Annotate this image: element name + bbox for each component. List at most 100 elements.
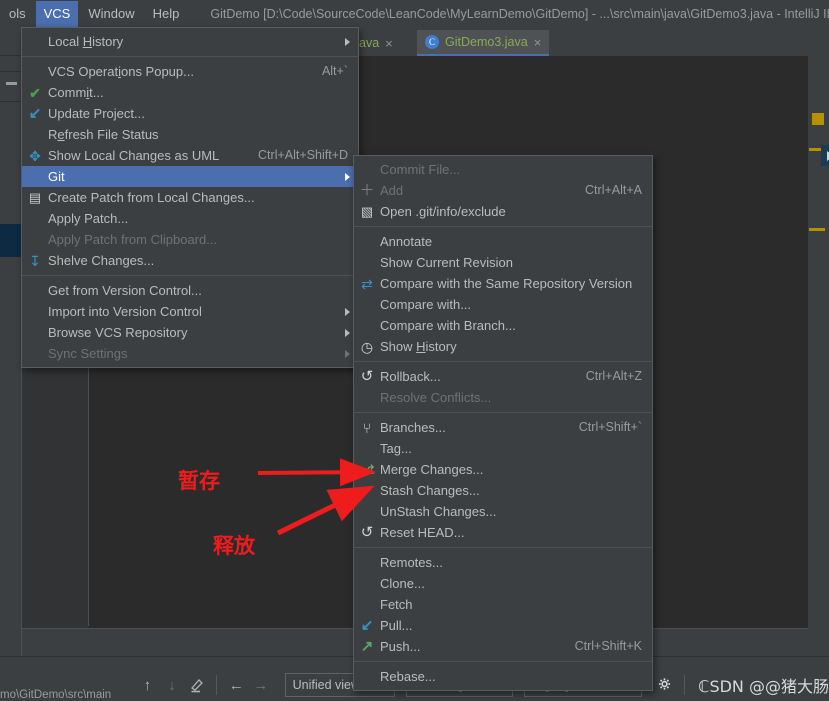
menu-separator bbox=[354, 412, 652, 413]
vcs-menu-item-update-project[interactable]: ↙ Update Project... bbox=[22, 103, 358, 124]
file-path-text: mo\GitDemo\src\main bbox=[0, 689, 112, 701]
branch-icon: ⑂ bbox=[362, 419, 372, 436]
blue-arrow-down-left-icon: ↙ bbox=[28, 105, 42, 122]
menu-item-label: Push... bbox=[380, 639, 421, 654]
error-stripe-mark[interactable] bbox=[809, 228, 825, 231]
left-tool-strip bbox=[0, 27, 21, 656]
menubar-item-window[interactable]: Window bbox=[80, 1, 142, 27]
clock-icon: ◷ bbox=[360, 338, 374, 355]
menu-item-shortcut: Ctrl+Alt+Shift+D bbox=[258, 148, 348, 162]
close-icon[interactable]: × bbox=[534, 35, 542, 50]
git-menu-item-compare-with[interactable]: Compare with... bbox=[354, 294, 652, 315]
menu-item-label: Shelve Changes... bbox=[48, 253, 155, 268]
git-menu-item-reset-head[interactable]: ↺ Reset HEAD... bbox=[354, 522, 652, 543]
menu-item-label: Browse VCS Repository bbox=[48, 325, 188, 340]
vcs-menu-item-local-history[interactable]: Local History bbox=[22, 31, 358, 52]
annotation-stash-label: 暂存 bbox=[178, 469, 220, 493]
shelve-icon: ↧ bbox=[29, 252, 41, 269]
vcs-menu-item-apply-patch[interactable]: Apply Patch... bbox=[22, 208, 358, 229]
chevron-right-icon bbox=[345, 37, 350, 46]
vcs-menu-item-refresh-file-status[interactable]: Refresh File Status bbox=[22, 124, 358, 145]
menu-item-label: Annotate bbox=[380, 234, 433, 249]
vcs-menu-item-browse-vcs-repository[interactable]: Browse VCS Repository bbox=[22, 322, 358, 343]
menu-item-label: Clone... bbox=[380, 576, 425, 591]
blue-arrow-down-left-icon: ↙ bbox=[360, 617, 374, 634]
git-menu-item-resolve-conflicts: Resolve Conflicts... bbox=[354, 387, 652, 408]
chevron-right-icon bbox=[345, 349, 350, 358]
compare-icon: ⇄ bbox=[361, 275, 373, 292]
menu-separator bbox=[354, 361, 652, 362]
git-menu-item-unstash-changes[interactable]: UnStash Changes... bbox=[354, 501, 652, 522]
editor-scrollbar[interactable] bbox=[808, 56, 829, 656]
git-menu-item-rollback[interactable]: ↺ Rollback... Ctrl+Alt+Z bbox=[354, 366, 652, 387]
menu-item-shortcut: Ctrl+Alt+A bbox=[585, 183, 642, 197]
editor-tab-gitdemo3[interactable]: C GitDemo3.java × bbox=[417, 30, 550, 56]
git-menu-item-compare-with-the-same-repository-version[interactable]: ⇄ Compare with the Same Repository Versio… bbox=[354, 273, 652, 294]
apply-left-icon[interactable]: ← bbox=[224, 672, 249, 698]
git-menu-item-clone[interactable]: Clone... bbox=[354, 573, 652, 594]
menubar-item-help[interactable]: Help bbox=[145, 1, 188, 27]
git-menu-item-add: ＋ Add Ctrl+Alt+A bbox=[354, 180, 652, 201]
menu-item-label: Show Local Changes as UML bbox=[48, 148, 220, 163]
vcs-menu-item-vcs-operations-popup[interactable]: VCS Operations Popup... Alt+` bbox=[22, 61, 358, 82]
undo-icon: ↺ bbox=[360, 524, 374, 541]
git-menu-item-show-history[interactable]: ◷ Show History bbox=[354, 336, 652, 357]
git-menu-item-tag[interactable]: Tag... bbox=[354, 438, 652, 459]
next-difference-icon[interactable]: ↓ bbox=[160, 672, 185, 698]
git-menu-item-compare-with-branch[interactable]: Compare with Branch... bbox=[354, 315, 652, 336]
class-badge-icon: C bbox=[425, 35, 439, 49]
undo-icon: ↺ bbox=[360, 368, 374, 385]
previous-difference-icon[interactable]: ↑ bbox=[135, 672, 160, 698]
git-menu-item-branches[interactable]: ⑂ Branches... Ctrl+Shift+` bbox=[354, 417, 652, 438]
editor-tab-label: ava bbox=[359, 36, 380, 50]
menubar-item-tools[interactable]: ols bbox=[1, 1, 34, 27]
collapse-handle[interactable] bbox=[6, 82, 17, 85]
close-icon[interactable]: × bbox=[385, 36, 393, 51]
vcs-menu-item-show-local-changes-as-uml[interactable]: ✥ Show Local Changes as UML Ctrl+Alt+Shift… bbox=[22, 145, 358, 166]
toolbar-divider bbox=[215, 675, 217, 695]
chevron-right-icon bbox=[345, 328, 350, 337]
gear-icon[interactable] bbox=[653, 672, 678, 698]
git-menu-item-annotate[interactable]: Annotate bbox=[354, 231, 652, 252]
menubar-item-vcs[interactable]: VCS bbox=[35, 0, 79, 27]
vcs-menu-item-get-from-version-control[interactable]: Get from Version Control... bbox=[22, 280, 358, 301]
menu-item-label: VCS Operations Popup... bbox=[48, 64, 194, 79]
menu-item-label: Remotes... bbox=[380, 555, 443, 570]
menu-item-label: Local History bbox=[48, 34, 124, 49]
exclude-file-icon: ▧ bbox=[360, 204, 374, 219]
merge-icon: ⎇ bbox=[359, 462, 375, 477]
toolbar-divider bbox=[684, 675, 686, 695]
git-menu-item-remotes[interactable]: Remotes... bbox=[354, 552, 652, 573]
menu-item-label: Stash Changes... bbox=[380, 483, 480, 498]
menu-item-shortcut: Ctrl+Shift+K bbox=[574, 639, 642, 653]
vcs-menu-item-shelve-changes[interactable]: ↧ Shelve Changes... bbox=[22, 250, 358, 271]
window-title: GitDemo [D:\Code\SourceCode\LeanCode\MyL… bbox=[210, 6, 829, 21]
git-menu-item-stash-changes[interactable]: Stash Changes... bbox=[354, 480, 652, 501]
menu-item-label: Commit... bbox=[48, 85, 104, 100]
git-menu-item-pull[interactable]: ↙ Pull... bbox=[354, 615, 652, 636]
vcs-menu-item-git[interactable]: Git bbox=[22, 166, 358, 187]
vcs-menu-item-import-into-version-control[interactable]: Import into Version Control bbox=[22, 301, 358, 322]
git-menu-item-push[interactable]: ↗ Push... Ctrl+Shift+K bbox=[354, 636, 652, 657]
git-menu-item-merge-changes[interactable]: ⎇ Merge Changes... bbox=[354, 459, 652, 480]
error-stripe-block[interactable] bbox=[812, 113, 824, 125]
git-menu-item-commit-file: Commit File... bbox=[354, 159, 652, 180]
git-submenu[interactable]: Commit File... ＋ Add Ctrl+Alt+A ▧ Open .git/i… bbox=[353, 155, 653, 691]
vcs-menu[interactable]: Local History VCS Operations Popup... Alt+… bbox=[21, 27, 359, 368]
git-menu-item-fetch[interactable]: Fetch bbox=[354, 594, 652, 615]
git-menu-item-show-current-revision[interactable]: Show Current Revision bbox=[354, 252, 652, 273]
chevron-right-icon bbox=[345, 307, 350, 316]
apply-right-icon[interactable]: → bbox=[249, 672, 274, 698]
menu-item-label: Apply Patch from Clipboard... bbox=[48, 232, 218, 247]
vcs-menu-item-commit[interactable]: ✔ Commit... bbox=[22, 82, 358, 103]
vcs-menu-item-create-patch-from-local-changes[interactable]: ▤ Create Patch from Local Changes... bbox=[22, 187, 358, 208]
git-menu-item-rebase[interactable]: Rebase... bbox=[354, 666, 652, 687]
menu-bar: ols VCS Window Help GitDemo [D:\Code\Sou… bbox=[0, 0, 829, 27]
menu-separator bbox=[354, 547, 652, 548]
watermark-label: ℂSDN @@猪大肠 bbox=[698, 677, 829, 696]
git-menu-item-open-git-info-exclude[interactable]: ▧ Open .git/info/exclude bbox=[354, 201, 652, 222]
menu-item-label: Reset HEAD... bbox=[380, 525, 465, 540]
annotate-icon[interactable] bbox=[184, 672, 209, 698]
plus-icon: ＋ bbox=[359, 182, 375, 199]
menu-separator bbox=[354, 661, 652, 662]
